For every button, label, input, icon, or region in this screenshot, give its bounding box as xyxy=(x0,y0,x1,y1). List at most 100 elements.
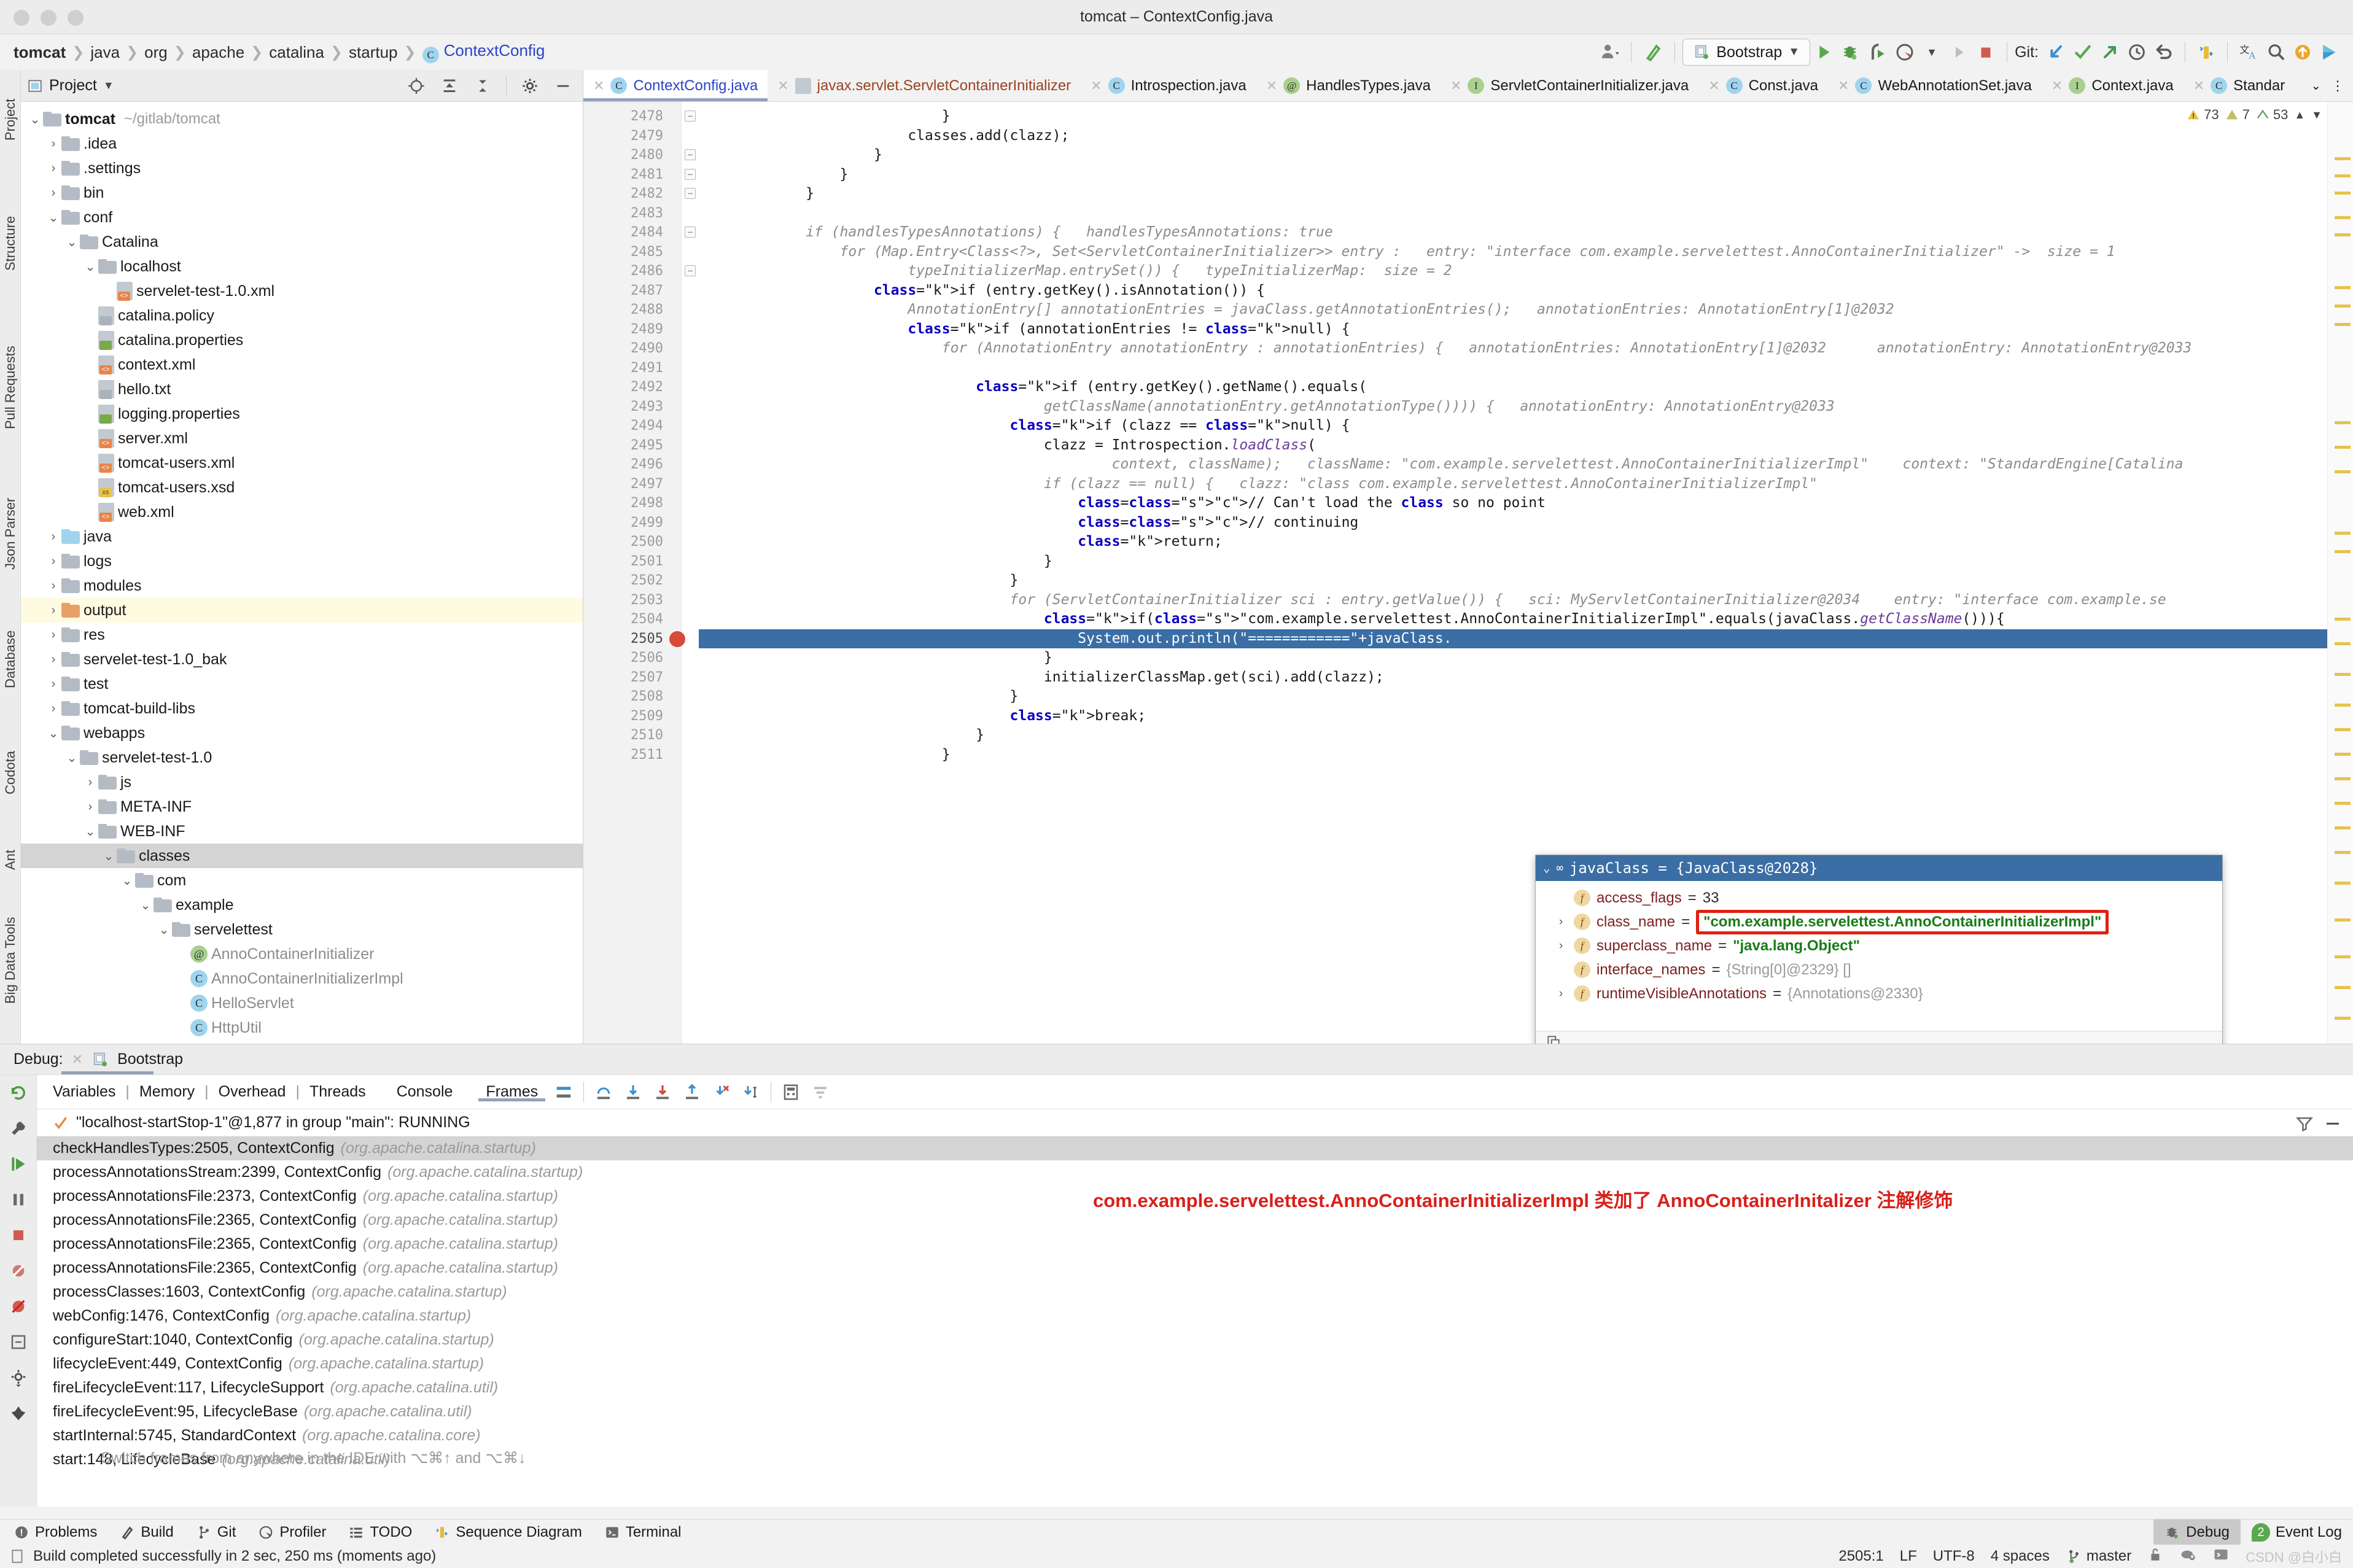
editor-tab-servletcontainerinitializer-java[interactable]: ✕IServletContainerInitializer.java xyxy=(1441,70,1698,101)
code-line[interactable]: typeInitializerMap.entrySet()) { typeIni… xyxy=(699,262,2353,281)
close-icon[interactable]: ✕ xyxy=(72,1052,83,1068)
code-line[interactable]: if (clazz == null) { clazz: "class com.e… xyxy=(699,475,2353,494)
hide-icon[interactable] xyxy=(550,74,577,98)
maximize-window-button[interactable] xyxy=(68,10,84,26)
code-line[interactable]: } xyxy=(699,745,2353,765)
breadcrumb-item-3[interactable]: apache xyxy=(189,43,248,62)
close-icon[interactable]: ✕ xyxy=(1450,78,1461,94)
indent-setting[interactable]: 4 spaces xyxy=(1991,1548,2050,1565)
tree-node-test[interactable]: ›test xyxy=(21,672,583,696)
chevron-right-icon[interactable]: › xyxy=(82,775,98,790)
tree-node-annocontainerinitializerimpl[interactable]: CAnnoContainerInitializerImpl xyxy=(21,966,583,991)
tree-node-bin[interactable]: ›bin xyxy=(21,180,583,205)
tree-node-logging-properties[interactable]: logging.properties xyxy=(21,402,583,426)
code-line[interactable]: class="k">break; xyxy=(699,707,2353,726)
error-stripe-mark[interactable] xyxy=(2335,704,2351,707)
code-line[interactable]: class=class="s">"c">// continuing xyxy=(699,513,2353,533)
filter-icon[interactable] xyxy=(2295,1114,2314,1137)
chevron-right-icon[interactable]: › xyxy=(45,677,61,691)
breadcrumb-item-2[interactable]: org xyxy=(141,43,171,62)
code-line[interactable]: } xyxy=(699,184,2353,204)
fold-toggle-icon[interactable]: − xyxy=(685,227,696,238)
bottom-item-terminal[interactable]: Terminal xyxy=(593,1519,693,1545)
chevron-right-icon[interactable]: › xyxy=(45,604,61,618)
code-line[interactable]: class="k">if (entry.getKey().getName().e… xyxy=(699,378,2353,397)
fold-toggle-icon[interactable]: − xyxy=(685,149,696,160)
code-line[interactable] xyxy=(699,359,2353,378)
restore-layout-icon[interactable] xyxy=(0,1324,37,1360)
bottom-item-debug[interactable]: Debug xyxy=(2153,1519,2241,1545)
fold-toggle-icon[interactable]: − xyxy=(685,169,696,180)
close-icon[interactable]: ✕ xyxy=(1266,78,1277,94)
error-stripe-mark[interactable] xyxy=(2335,192,2351,195)
chevron-down-icon[interactable]: ▼ xyxy=(103,79,114,92)
collapse-all-icon[interactable] xyxy=(469,74,496,98)
chevron-down-icon[interactable]: ⌄ xyxy=(156,922,172,937)
fold-toggle-icon[interactable]: − xyxy=(685,188,696,199)
run-to-cursor-icon[interactable] xyxy=(736,1079,766,1106)
bottom-item-todo[interactable]: TODO xyxy=(337,1519,423,1545)
update-icon[interactable] xyxy=(2289,38,2316,66)
close-icon[interactable]: ✕ xyxy=(1091,78,1102,94)
code-line[interactable]: getClassName(annotationEntry.getAnnotati… xyxy=(699,397,2353,417)
bottom-item-problems[interactable]: Problems xyxy=(0,1519,108,1545)
debug-icon[interactable] xyxy=(1837,38,1864,66)
minimize-window-button[interactable] xyxy=(41,10,56,26)
chevron-right-icon[interactable]: › xyxy=(1554,939,1568,953)
git-push-icon[interactable] xyxy=(2096,38,2123,66)
close-window-button[interactable] xyxy=(14,10,29,26)
attach-process-icon[interactable] xyxy=(1864,38,1891,66)
code-line[interactable]: class=class="s">"c">// Can't load the cl… xyxy=(699,494,2353,513)
code-line[interactable]: } xyxy=(699,726,2353,745)
debug-value-row-superclass-name[interactable]: ›fsuperclass_name="java.lang.Object" xyxy=(1536,934,2222,958)
close-icon[interactable]: ✕ xyxy=(777,78,788,94)
error-stripe-mark[interactable] xyxy=(2335,233,2351,236)
fold-toggle-icon[interactable]: − xyxy=(685,265,696,276)
tree-node-meta-inf[interactable]: ›META-INF xyxy=(21,794,583,819)
editor-tab-context-java[interactable]: ✕IContext.java xyxy=(2042,70,2184,101)
tab-memory[interactable]: Memory xyxy=(132,1083,202,1101)
bottom-item-build[interactable]: Build xyxy=(108,1519,184,1545)
code-line[interactable]: } xyxy=(699,648,2353,668)
typos-count[interactable]: 53 xyxy=(2256,107,2288,123)
debug-value-row-runtimevisibleannotations[interactable]: ›fruntimeVisibleAnnotations={Annotations… xyxy=(1536,982,2222,1006)
user-avatar-icon[interactable] xyxy=(1595,38,1624,66)
debug-value-popup[interactable]: ⌄ ∞ javaClass = {JavaClass@2028} faccess… xyxy=(1535,855,2223,1058)
bottom-item-event-log[interactable]: 2 Event Log xyxy=(2241,1519,2353,1545)
debug-tabs-toolbar[interactable]: Variables| Memory| Overhead| Threads Con… xyxy=(37,1075,2353,1109)
build-hammer-icon[interactable] xyxy=(1639,38,1667,66)
error-stripe-mark[interactable] xyxy=(2335,157,2351,160)
sidebar-tab-json-parser[interactable]: Json Parser xyxy=(0,475,21,592)
tree-node--settings[interactable]: ›.settings xyxy=(21,156,583,180)
settings-wrench-icon[interactable] xyxy=(0,1111,37,1146)
tree-node-webapps[interactable]: ⌄webapps xyxy=(21,721,583,745)
error-stripe[interactable] xyxy=(2327,102,2353,1044)
step-out-icon[interactable] xyxy=(677,1079,707,1106)
chevron-down-icon[interactable]: ▼ xyxy=(2311,109,2322,122)
code-line[interactable]: class="k">return; xyxy=(699,532,2353,552)
rerun-icon[interactable] xyxy=(0,1075,37,1111)
code-line[interactable] xyxy=(699,204,2353,223)
error-stripe-mark[interactable] xyxy=(2335,777,2351,780)
tree-node-servelettest[interactable]: ⌄servelettest xyxy=(21,917,583,942)
git-branch-widget[interactable]: master xyxy=(2066,1548,2131,1565)
code-line[interactable]: clazz = Introspection.loadClass( xyxy=(699,436,2353,456)
step-into-icon[interactable] xyxy=(618,1079,648,1106)
tab-threads[interactable]: Threads xyxy=(302,1083,373,1101)
tab-console[interactable]: Console xyxy=(386,1083,464,1101)
tree-node-classes[interactable]: ⌄classes xyxy=(21,844,583,868)
tree-node-hello-txt[interactable]: hello.txt xyxy=(21,377,583,402)
chevron-right-icon[interactable]: › xyxy=(45,702,61,716)
locate-icon[interactable] xyxy=(403,74,430,98)
run-icon[interactable] xyxy=(1810,38,1837,66)
bottom-tool-bar[interactable]: Problems Build Git Profiler TODO Sequenc… xyxy=(0,1519,2353,1545)
code-line[interactable]: class="k">if (entry.getKey().isAnnotatio… xyxy=(699,281,2353,301)
debug-frame-row[interactable]: configureStart:1040, ContextConfig(org.a… xyxy=(37,1328,2353,1352)
editor-tab-handlestypes-java[interactable]: ✕@HandlesTypes.java xyxy=(1256,70,1441,101)
error-stripe-mark[interactable] xyxy=(2335,421,2351,424)
sidebar-tab-structure[interactable]: Structure xyxy=(0,187,21,300)
lock-open-icon[interactable] xyxy=(2147,1547,2163,1567)
chevron-right-icon[interactable]: › xyxy=(45,161,61,176)
chevron-right-icon[interactable]: › xyxy=(45,628,61,642)
chevron-right-icon[interactable]: › xyxy=(45,186,61,200)
